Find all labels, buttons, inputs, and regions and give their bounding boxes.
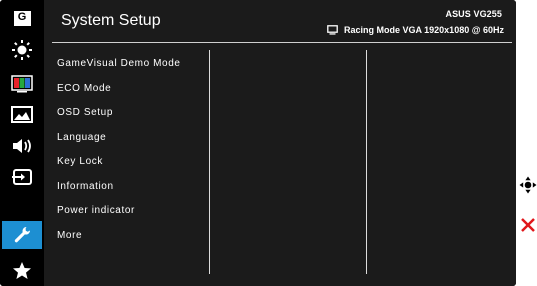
menu-item-key-lock[interactable]: Key Lock — [57, 150, 181, 175]
navigate-joystick-icon — [519, 176, 536, 194]
color-icon — [11, 75, 33, 93]
menu-item-eco-mode[interactable]: ECO Mode — [57, 77, 181, 102]
sidebar-item-input-select[interactable] — [2, 163, 42, 191]
osd-sidebar: G — [0, 0, 44, 286]
sidebar-item-gamevisual[interactable]: G — [2, 4, 42, 32]
gamevisual-icon: G — [13, 10, 31, 26]
sidebar-item-sound[interactable] — [2, 132, 42, 160]
menu-item-information[interactable]: Information — [57, 175, 181, 200]
menu-item-osd-setup[interactable]: OSD Setup — [57, 101, 181, 126]
sidebar-item-favorite[interactable] — [2, 257, 42, 285]
sound-icon — [13, 139, 31, 153]
input-select-icon — [12, 169, 32, 185]
close-icon — [520, 218, 535, 232]
image-icon — [11, 106, 33, 123]
menu-item-language[interactable]: Language — [57, 126, 181, 151]
system-setup-menu: GameVisual Demo Mode ECO Mode OSD Setup … — [57, 52, 181, 248]
system-setup-icon — [14, 227, 31, 243]
osd-menu: G System Setup ASUS VG255 Racing Mode VG… — [0, 0, 516, 286]
column-divider-left — [209, 50, 210, 274]
navigate-button[interactable] — [518, 166, 537, 204]
sidebar-item-brightness[interactable] — [2, 36, 42, 64]
osd-main-panel: System Setup ASUS VG255 Racing Mode VGA … — [44, 0, 516, 286]
close-button[interactable] — [518, 206, 537, 244]
page-title: System Setup — [61, 12, 161, 29]
sidebar-item-color[interactable] — [2, 70, 42, 98]
monitor-model: ASUS VG255 — [445, 9, 502, 19]
sidebar-item-image[interactable] — [2, 101, 42, 129]
menu-item-power-indicator[interactable]: Power indicator — [57, 199, 181, 224]
column-divider-right — [366, 50, 367, 274]
monitor-icon — [327, 25, 338, 35]
status-line: Racing Mode VGA 1920x1080 @ 60Hz — [327, 25, 504, 35]
mode-info: Racing Mode VGA 1920x1080 @ 60Hz — [343, 25, 504, 35]
sidebar-item-system-setup[interactable] — [2, 221, 42, 249]
header-divider — [52, 42, 512, 43]
menu-item-more[interactable]: More — [57, 224, 181, 249]
brightness-icon — [12, 40, 32, 60]
favorite-star-icon — [13, 262, 31, 279]
menu-item-gamevisual-demo-mode[interactable]: GameVisual Demo Mode — [57, 52, 181, 77]
